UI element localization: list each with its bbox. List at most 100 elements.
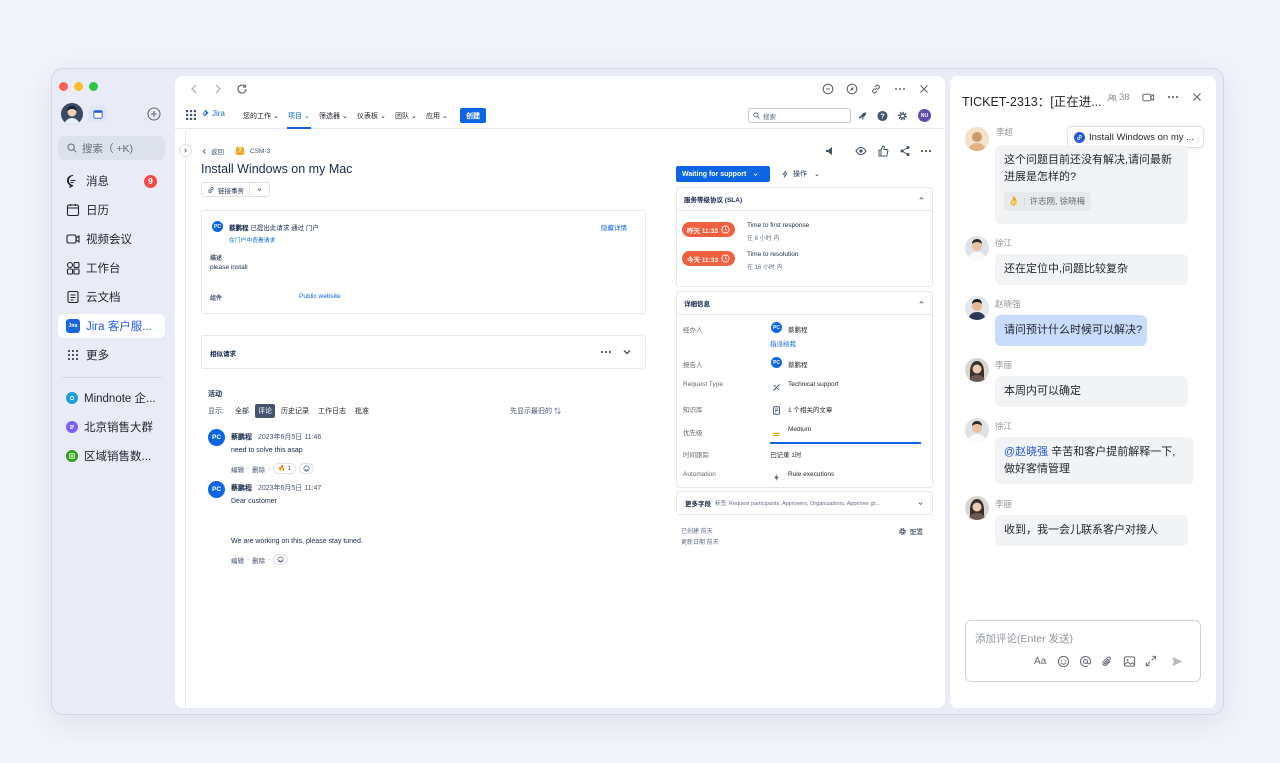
nav-filters[interactable]: 筛选器 ⌄: [319, 111, 348, 121]
edit-comment-link[interactable]: 编辑: [231, 555, 244, 565]
emoji-icon[interactable]: [1056, 654, 1070, 668]
sla-header[interactable]: 服务等级协议 (SLA): [676, 187, 933, 211]
knowledge-base-value[interactable]: 1 个相关的文章: [788, 404, 832, 414]
feedback-megaphone-icon[interactable]: [824, 145, 836, 157]
hide-details-link[interactable]: 隐藏详情: [601, 222, 627, 232]
assignee-value[interactable]: 蔡鹏程: [788, 324, 808, 334]
chat-avatar[interactable]: [965, 496, 989, 520]
pinned-item-mindnote[interactable]: Mindnote 企...: [58, 386, 165, 410]
jira-search-input[interactable]: 搜索: [748, 108, 851, 123]
message-bubble[interactable]: 这个问题目前还没有解决,请问最新进展是怎样的? 👌 | 许志刚, 徐晓梅: [995, 145, 1188, 224]
component-value[interactable]: Public website: [299, 293, 341, 300]
link-issue-main[interactable]: 链接事务: [202, 183, 250, 196]
sort-oldest-toggle[interactable]: 先显示最旧的 ⇅: [510, 406, 561, 416]
request-type-value[interactable]: Technical support: [788, 381, 839, 388]
watch-eye-icon[interactable]: [855, 145, 867, 157]
edit-comment-link[interactable]: 编辑: [231, 464, 244, 474]
tab-approvals[interactable]: 批准: [352, 404, 372, 418]
add-reaction-icon[interactable]: [273, 554, 289, 565]
create-button[interactable]: 创建: [460, 108, 486, 123]
sidebar-item-calendar[interactable]: 日历: [58, 198, 165, 222]
settings-gear-icon[interactable]: [897, 110, 908, 121]
reporter-name[interactable]: 蔡鹏程: [229, 225, 249, 232]
actions-dropdown[interactable]: 操作 ⌄: [781, 169, 820, 179]
tab-worklog[interactable]: 工作日志: [315, 404, 349, 418]
assign-to-me-link[interactable]: 指派给我: [770, 338, 796, 348]
sidebar-item-docs[interactable]: 云文档: [58, 285, 165, 309]
chat-title[interactable]: TICKET-2313：[正在进...: [962, 91, 1102, 110]
link-issue-button[interactable]: 链接事务: [201, 182, 270, 197]
configure-button[interactable]: 配置: [898, 526, 923, 536]
issue-key-link[interactable]: CSM-3: [250, 148, 270, 155]
profile-avatar[interactable]: NU: [918, 109, 931, 122]
message-bubble[interactable]: 本周内可以确定: [995, 376, 1188, 407]
more-horizontal-icon[interactable]: [1166, 90, 1180, 104]
text-format-icon[interactable]: Aa: [1034, 656, 1048, 667]
zoom-window-button[interactable]: [89, 82, 98, 91]
message-bubble[interactable]: 请问预计什么时候可以解决?: [995, 315, 1147, 346]
chat-avatar[interactable]: [965, 127, 989, 151]
sidebar-search[interactable]: 搜索（ +K): [58, 136, 165, 160]
nav-dashboards[interactable]: 仪表板 ⌄: [357, 111, 386, 121]
more-horizontal-icon[interactable]: [920, 145, 932, 157]
notifications-rocket-icon[interactable]: [857, 110, 868, 121]
automation-value[interactable]: Rule executions: [788, 471, 834, 478]
compass-icon[interactable]: [845, 82, 859, 96]
reporter-value[interactable]: 蔡鹏程: [788, 359, 808, 369]
comment-icon[interactable]: [821, 82, 835, 96]
send-icon[interactable]: [1170, 654, 1184, 668]
sidebar-item-more[interactable]: 更多: [58, 343, 165, 367]
help-icon[interactable]: ?: [877, 110, 888, 121]
member-count[interactable]: 38: [1107, 92, 1130, 103]
more-horizontal-icon[interactable]: [600, 346, 612, 358]
pinned-item-region-sales[interactable]: 区域销售数...: [58, 444, 165, 468]
similar-requests-card[interactable]: [201, 335, 646, 369]
sidebar-item-jira[interactable]: Jira Jira 客户服...: [58, 314, 165, 338]
reaction-row[interactable]: 👌 | 许志刚, 徐晓梅: [1004, 192, 1092, 211]
minimize-window-button[interactable]: [74, 82, 83, 91]
message-bubble[interactable]: 还在定位中,问题比较复杂: [995, 254, 1188, 285]
jira-logo[interactable]: Jira: [201, 109, 225, 118]
thumbs-up-icon[interactable]: [877, 145, 889, 157]
forward-arrow-icon[interactable]: [211, 82, 225, 96]
app-switcher-icon[interactable]: [185, 109, 197, 121]
message-bubble[interactable]: @赵晓强 辛苦和客户提前解释一下,做好客情管理: [995, 437, 1194, 484]
reaction-pill[interactable]: 🔥 1: [273, 463, 296, 474]
mention-link[interactable]: @赵晓强: [1004, 446, 1048, 458]
sidebar-item-video[interactable]: 视频会议: [58, 227, 165, 251]
chevron-down-icon[interactable]: [621, 346, 633, 358]
more-horizontal-icon[interactable]: [893, 82, 907, 96]
link-icon[interactable]: [869, 82, 883, 96]
comment-input-box[interactable]: 添加评论(Enter 发送): [965, 620, 1201, 682]
chat-avatar[interactable]: [965, 296, 989, 320]
tab-history[interactable]: 历史记录: [278, 404, 312, 418]
sidebar-item-messages[interactable]: 消息 9: [58, 169, 165, 193]
nav-teams[interactable]: 团队 ⌄: [395, 111, 417, 121]
nav-apps[interactable]: 应用 ⌄: [426, 111, 448, 121]
close-window-button[interactable]: [59, 82, 68, 91]
delete-comment-link[interactable]: 删除: [252, 464, 265, 474]
comment-author[interactable]: 蔡鹏程: [231, 485, 252, 492]
back-arrow-icon[interactable]: [187, 82, 201, 96]
expand-icon[interactable]: [1144, 654, 1158, 668]
comment-author[interactable]: 蔡鹏程: [231, 434, 252, 441]
mention-at-icon[interactable]: [1078, 654, 1092, 668]
chat-avatar[interactable]: [965, 358, 989, 382]
chat-avatar[interactable]: [965, 236, 989, 260]
back-link[interactable]: 返回: [201, 146, 224, 156]
priority-value[interactable]: Medium: [788, 426, 811, 433]
tab-all[interactable]: 全部: [232, 404, 252, 418]
calendar-mini-icon[interactable]: [88, 106, 107, 122]
status-dropdown[interactable]: Waiting for support: [676, 166, 770, 182]
delete-comment-link[interactable]: 删除: [252, 555, 265, 565]
message-bubble[interactable]: 收到，我一会儿联系客户对接人: [995, 515, 1188, 546]
tab-comments[interactable]: 评论: [254, 404, 275, 418]
chevron-down-icon[interactable]: [250, 186, 269, 193]
image-icon[interactable]: [1122, 654, 1136, 668]
reload-icon[interactable]: [235, 82, 249, 96]
video-call-icon[interactable]: [1141, 90, 1155, 104]
share-icon[interactable]: [899, 145, 911, 157]
view-in-portal-link[interactable]: 在门户中查看请求: [229, 235, 275, 244]
nav-projects[interactable]: 项目 ⌄: [288, 111, 310, 121]
nav-your-work[interactable]: 您的工作 ⌄: [243, 111, 279, 121]
